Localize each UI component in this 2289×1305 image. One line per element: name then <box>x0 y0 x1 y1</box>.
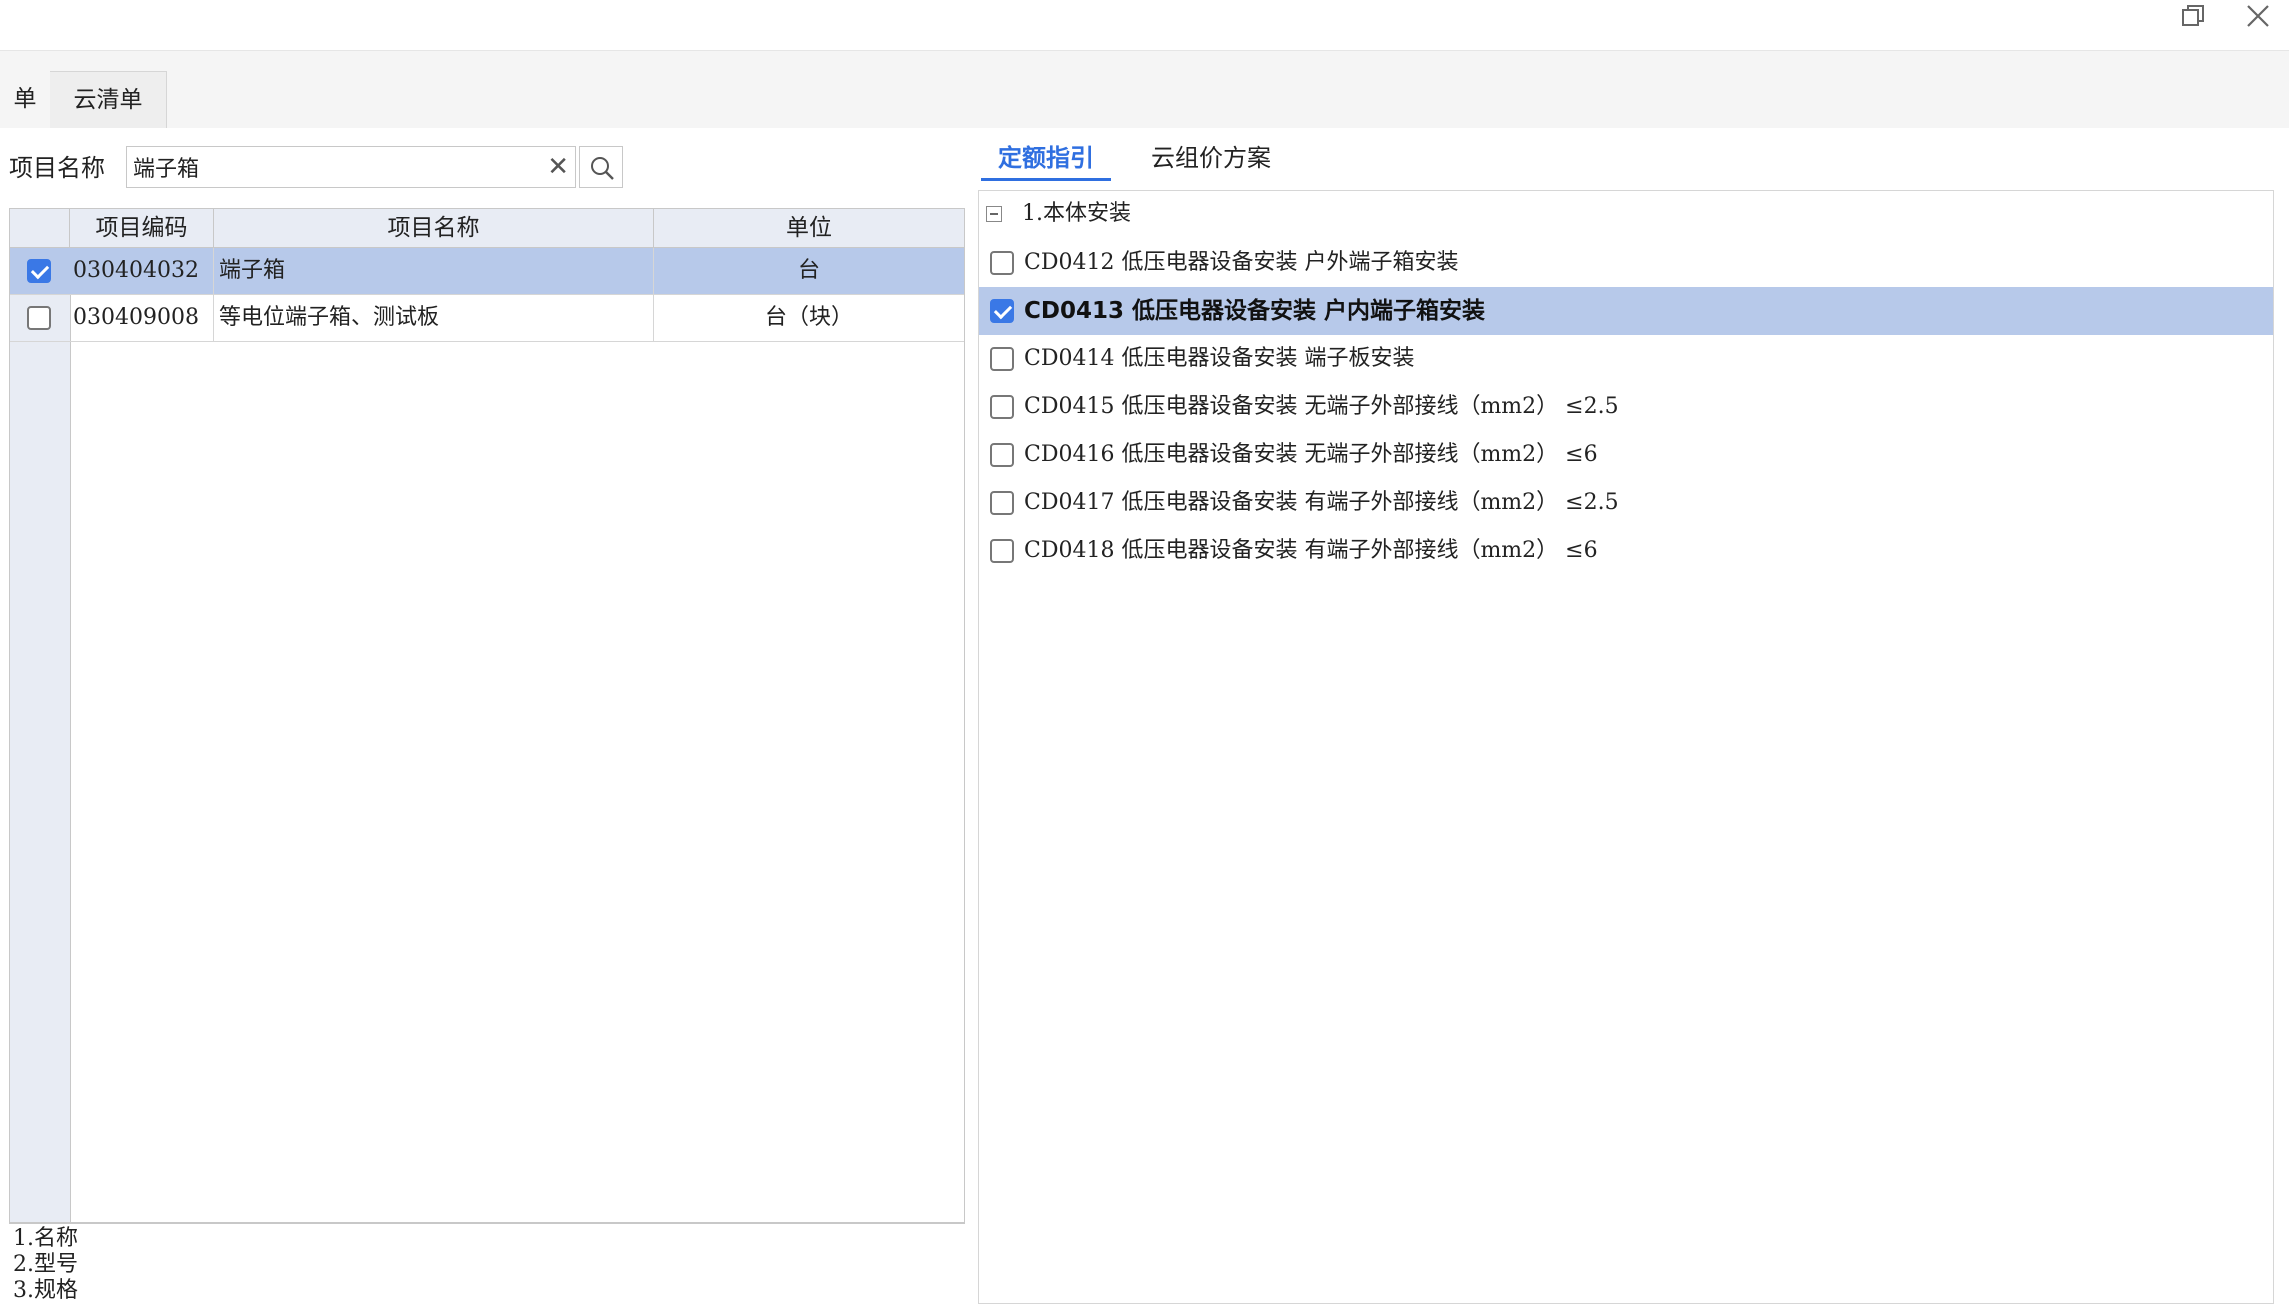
cell-name: 等电位端子箱、测试板 <box>214 295 654 341</box>
cell-name: 端子箱 <box>214 248 654 294</box>
row-selector-gutter <box>10 209 71 1222</box>
tab-bill-partial[interactable]: 单 <box>0 71 51 128</box>
cell-code: 030404032 <box>70 248 214 294</box>
header-select <box>10 209 70 247</box>
quota-item[interactable]: CD0412 低压电器设备安装 户外端子箱安装 <box>979 239 2273 287</box>
feature-notes: 1.名称 2.型号 3.规格 <box>9 1223 965 1305</box>
quota-label: CD0418 低压电器设备安装 有端子外部接线（mm2） ≤6 <box>1024 538 1598 563</box>
search-icon <box>591 157 614 180</box>
quota-checkbox[interactable] <box>990 251 1014 275</box>
tree-group-header[interactable]: 1.本体安装 <box>1022 190 1131 238</box>
restore-icon[interactable] <box>2175 2 2211 38</box>
quota-label: CD0415 低压电器设备安装 无端子外部接线（mm2） ≤2.5 <box>1024 394 1619 419</box>
quota-item[interactable]: CD0418 低压电器设备安装 有端子外部接线（mm2） ≤6 <box>979 527 2273 575</box>
quota-item[interactable]: CD0413 低压电器设备安装 户内端子箱安装 <box>979 287 2273 335</box>
cell-code: 030409008 <box>70 295 214 341</box>
top-tab-bar: 单 云清单 <box>0 51 2289 129</box>
note-line: 2.型号 <box>13 1252 78 1277</box>
quota-checkbox[interactable] <box>990 443 1014 467</box>
close-icon[interactable] <box>2240 2 2276 38</box>
quota-checkbox[interactable] <box>990 491 1014 515</box>
cell-unit: 台 <box>797 258 820 283</box>
note-line: 3.规格 <box>13 1278 78 1303</box>
header-name[interactable]: 项目名称 <box>214 209 654 247</box>
quota-label: CD0413 低压电器设备安装 户内端子箱安装 <box>1024 298 1485 324</box>
row-checkbox[interactable] <box>27 306 51 330</box>
tab-quota-guide[interactable]: 定额指引 <box>981 138 1111 181</box>
table-row[interactable]: 030404032 端子箱 台 <box>10 248 964 295</box>
table-header: 项目编码 项目名称 单位 <box>10 209 964 248</box>
quota-item[interactable]: CD0415 低压电器设备安装 无端子外部接线（mm2） ≤2.5 <box>979 383 2273 431</box>
search-label: 项目名称 <box>9 154 105 182</box>
tab-cloud-bill[interactable]: 云清单 <box>50 71 167 129</box>
right-panel: 定额指引 云组价方案 1.本体安装 CD0412 低压电器设备安装 户外端子箱安… <box>966 128 2289 1304</box>
quota-checkbox[interactable] <box>990 395 1014 419</box>
quota-label: CD0416 低压电器设备安装 无端子外部接线（mm2） ≤6 <box>1024 442 1598 467</box>
clear-icon[interactable]: ✕ <box>547 151 569 183</box>
header-unit[interactable]: 单位 <box>654 209 964 247</box>
search-button[interactable] <box>579 146 623 188</box>
bill-table: 项目编码 项目名称 单位 030404032 端子箱 台 030409008 等… <box>9 208 965 1223</box>
quota-item[interactable]: CD0414 低压电器设备安装 端子板安装 <box>979 335 2273 383</box>
tab-cloud-pricing[interactable]: 云组价方案 <box>1136 138 1286 178</box>
header-code[interactable]: 项目编码 <box>70 209 214 247</box>
row-checkbox[interactable] <box>27 259 51 283</box>
collapse-icon[interactable] <box>986 206 1002 222</box>
search-box: ✕ <box>126 146 576 188</box>
quota-label: CD0414 低压电器设备安装 端子板安装 <box>1024 346 1415 371</box>
quota-label: CD0417 低压电器设备安装 有端子外部接线（mm2） ≤2.5 <box>1024 490 1619 515</box>
quota-item[interactable]: CD0416 低压电器设备安装 无端子外部接线（mm2） ≤6 <box>979 431 2273 479</box>
table-row[interactable]: 030409008 等电位端子箱、测试板 台（块） <box>10 295 964 342</box>
title-bar <box>0 0 2289 51</box>
left-panel: 项目名称 ✕ 项目编码 项目名称 单位 030404032 端子箱 台 0304… <box>0 128 967 1305</box>
quota-checkbox[interactable] <box>990 347 1014 371</box>
quota-checkbox[interactable] <box>990 299 1014 323</box>
cell-unit: 台（块） <box>764 305 853 330</box>
search-input[interactable] <box>133 151 533 183</box>
quota-checkbox[interactable] <box>990 539 1014 563</box>
note-line: 1.名称 <box>13 1226 78 1251</box>
quota-label: CD0412 低压电器设备安装 户外端子箱安装 <box>1024 250 1459 275</box>
quota-item[interactable]: CD0417 低压电器设备安装 有端子外部接线（mm2） ≤2.5 <box>979 479 2273 527</box>
